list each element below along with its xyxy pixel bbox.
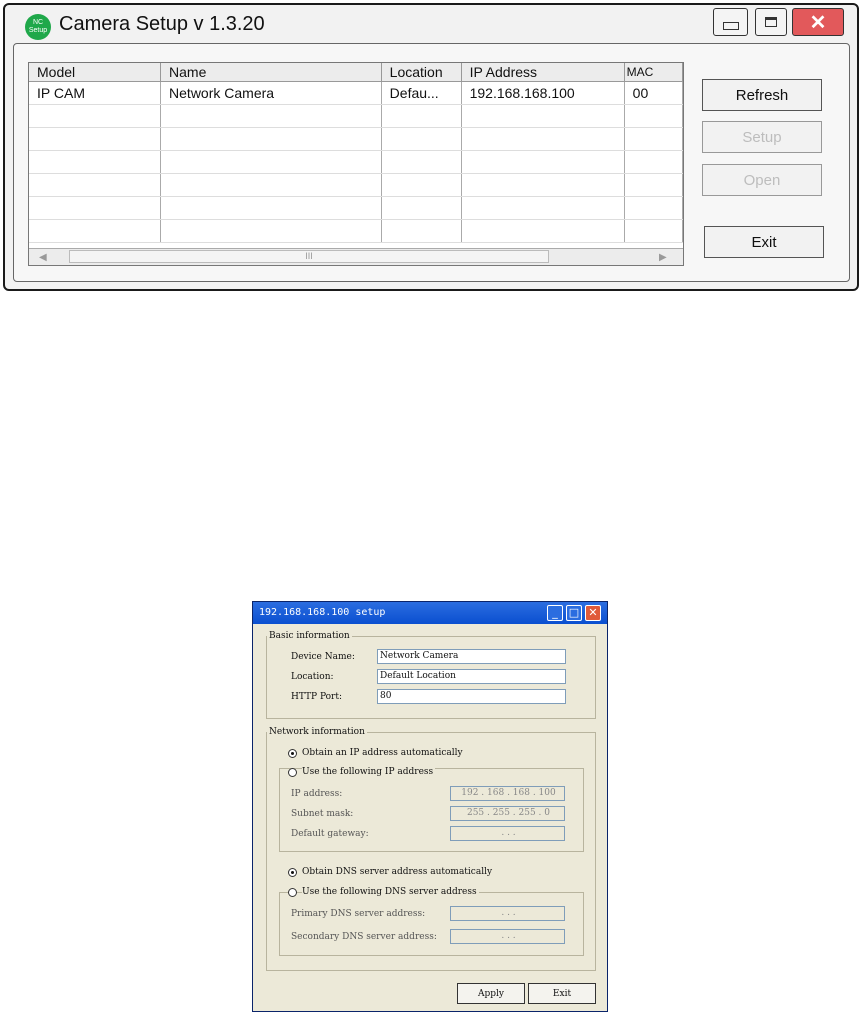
ip-address-field[interactable]: 192 . 168 . 168 . 100 bbox=[450, 786, 565, 801]
primary-dns-label: Primary DNS server address: bbox=[291, 909, 426, 919]
column-header-mac[interactable]: MAC bbox=[624, 63, 683, 82]
default-gateway-field[interactable]: . . . bbox=[450, 826, 565, 841]
dialog-title-bar: 192.168.168.100 setup _ □ ✕ bbox=[253, 602, 607, 624]
cell-ip-address: 192.168.168.100 bbox=[461, 81, 625, 105]
minimize-icon bbox=[722, 22, 739, 30]
column-header-name[interactable]: Name bbox=[160, 63, 382, 82]
network-information-legend: Network information bbox=[269, 727, 365, 737]
dialog-minimize-button[interactable]: _ bbox=[547, 605, 563, 621]
setup-dialog: 192.168.168.100 setup _ □ ✕ Basic inform… bbox=[252, 601, 608, 1012]
static-dns-group bbox=[279, 892, 584, 956]
scroll-left-icon[interactable]: ◀ bbox=[39, 252, 47, 263]
cell-model: IP CAM bbox=[29, 81, 162, 105]
camera-table: Model Name Location IP Address MAC IP CA… bbox=[29, 63, 683, 243]
table-row-empty bbox=[29, 196, 683, 220]
open-button[interactable]: Open bbox=[702, 164, 822, 196]
use-following-dns-radio[interactable] bbox=[288, 888, 297, 897]
horizontal-scrollbar[interactable]: ◀ III ▶ bbox=[29, 248, 683, 265]
basic-information-legend: Basic information bbox=[269, 631, 350, 641]
camera-list: Model Name Location IP Address MAC IP CA… bbox=[28, 62, 684, 266]
maximize-button[interactable] bbox=[755, 8, 787, 36]
dialog-exit-button[interactable]: Exit bbox=[528, 983, 596, 1004]
secondary-dns-field[interactable]: . . . bbox=[450, 929, 565, 944]
apply-button[interactable]: Apply bbox=[457, 983, 525, 1004]
table-row-empty bbox=[29, 219, 683, 243]
secondary-dns-label: Secondary DNS server address: bbox=[291, 932, 437, 942]
refresh-button[interactable]: Refresh bbox=[702, 79, 822, 111]
dialog-title: 192.168.168.100 setup bbox=[259, 607, 386, 618]
dialog-maximize-button[interactable]: □ bbox=[566, 605, 582, 621]
camera-setup-window: NC Setup Camera Setup v 1.3.20 ✕ Model N… bbox=[3, 3, 859, 291]
table-row-empty bbox=[29, 127, 683, 151]
table-row-empty bbox=[29, 173, 683, 197]
window-title: Camera Setup v 1.3.20 bbox=[59, 13, 265, 35]
table-header-row: Model Name Location IP Address MAC bbox=[29, 63, 683, 82]
use-following-ip-radio[interactable] bbox=[288, 768, 297, 777]
table-row-empty bbox=[29, 150, 683, 174]
device-name-label: Device Name: bbox=[291, 652, 355, 662]
default-gateway-label: Default gateway: bbox=[291, 829, 369, 839]
exit-button[interactable]: Exit bbox=[704, 226, 824, 258]
scroll-right-icon[interactable]: ▶ bbox=[659, 252, 667, 263]
location-field[interactable]: Default Location bbox=[377, 669, 566, 684]
minimize-button[interactable] bbox=[713, 8, 748, 36]
dialog-close-button[interactable]: ✕ bbox=[585, 605, 601, 621]
device-name-field[interactable]: Network Camera bbox=[377, 649, 566, 664]
http-port-field[interactable]: 80 bbox=[377, 689, 566, 704]
ip-address-label: IP address: bbox=[291, 789, 343, 799]
subnet-mask-field[interactable]: 255 . 255 . 255 . 0 bbox=[450, 806, 565, 821]
primary-dns-field[interactable]: . . . bbox=[450, 906, 565, 921]
table-row-empty bbox=[29, 104, 683, 128]
use-following-dns-label[interactable]: Use the following DNS server address bbox=[302, 887, 479, 897]
location-label: Location: bbox=[291, 672, 334, 682]
scrollbar-thumb[interactable]: III bbox=[69, 250, 549, 263]
subnet-mask-label: Subnet mask: bbox=[291, 809, 354, 819]
obtain-dns-auto-label[interactable]: Obtain DNS server address automatically bbox=[302, 867, 492, 877]
logo-text-top: NC bbox=[32, 19, 44, 26]
cell-mac: 00 bbox=[624, 81, 683, 105]
obtain-ip-auto-label[interactable]: Obtain an IP address automatically bbox=[302, 748, 463, 758]
close-button[interactable]: ✕ bbox=[792, 8, 844, 36]
maximize-icon bbox=[765, 17, 777, 27]
close-icon: ✕ bbox=[809, 11, 827, 34]
nc-setup-logo-icon: NC Setup bbox=[25, 14, 51, 40]
column-header-location[interactable]: Location bbox=[381, 63, 462, 82]
obtain-ip-auto-radio[interactable] bbox=[288, 749, 297, 758]
table-row[interactable]: IP CAM Network Camera Defau... 192.168.1… bbox=[29, 81, 683, 105]
use-following-ip-label[interactable]: Use the following IP address bbox=[302, 767, 436, 777]
http-port-label: HTTP Port: bbox=[291, 692, 342, 702]
obtain-dns-auto-radio[interactable] bbox=[288, 868, 297, 877]
logo-text-bottom: Setup bbox=[28, 27, 48, 34]
cell-location: Defau... bbox=[381, 81, 462, 105]
column-header-model[interactable]: Model bbox=[29, 63, 162, 82]
setup-button[interactable]: Setup bbox=[702, 121, 822, 153]
cell-name: Network Camera bbox=[160, 81, 382, 105]
column-header-ip-address[interactable]: IP Address bbox=[461, 63, 625, 82]
